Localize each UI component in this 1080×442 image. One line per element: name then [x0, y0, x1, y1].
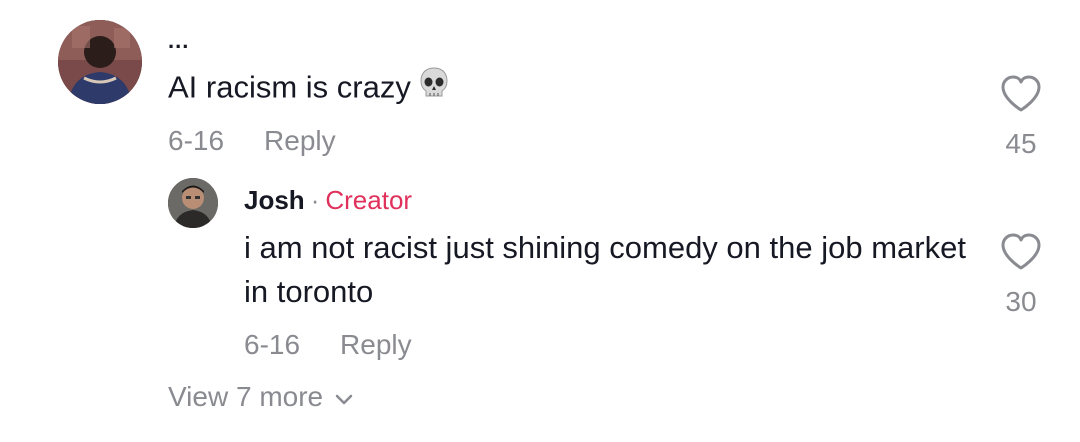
creator-badge: Creator — [325, 185, 413, 215]
comment-date: 6-16 — [168, 125, 225, 156]
like-count: 45 — [1005, 128, 1037, 159]
reply-button[interactable]: Reply — [264, 125, 336, 156]
comment-text: AI racism is crazy — [168, 66, 449, 111]
avatar[interactable] — [58, 20, 142, 104]
comment-username[interactable]: ... — [168, 30, 189, 52]
heart-icon[interactable] — [996, 74, 1046, 119]
view-more-replies[interactable]: View 7 more — [168, 380, 353, 416]
reply-header: Josh · Creator — [244, 185, 412, 215]
separator-dot: · — [310, 185, 320, 215]
creator-avatar-photo — [168, 178, 218, 228]
reply-text: i am not racist just shining comedy on t… — [244, 230, 966, 309]
comment-meta: 6-16 Reply — [168, 124, 336, 158]
like-count: 30 — [1005, 286, 1037, 317]
like-control[interactable]: 45 — [996, 74, 1046, 159]
view-more-label: View 7 more — [168, 381, 324, 412]
avatar-photo — [58, 20, 142, 104]
reply-button[interactable]: Reply — [340, 329, 412, 360]
comment-body: AI racism is crazy — [168, 69, 411, 105]
skull-emoji-icon — [419, 66, 449, 109]
heart-icon[interactable] — [996, 232, 1046, 277]
reply-meta: 6-16 Reply — [244, 328, 412, 362]
reply-date: 6-16 — [244, 329, 301, 360]
reply-username[interactable]: Josh — [244, 185, 305, 215]
chevron-down-icon — [335, 380, 353, 414]
like-control[interactable]: 30 — [996, 232, 1046, 317]
creator-avatar[interactable] — [168, 178, 218, 228]
